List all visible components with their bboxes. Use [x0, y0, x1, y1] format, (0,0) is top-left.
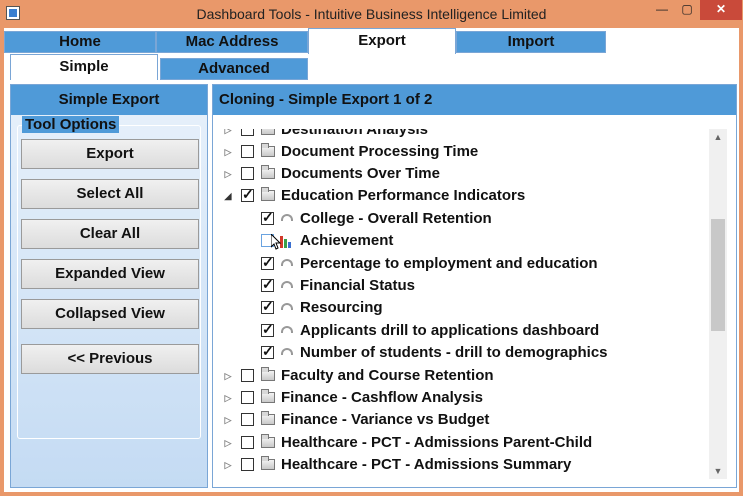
tree-checkbox[interactable] — [261, 321, 274, 338]
expand-arrow-icon[interactable]: ▷ — [223, 142, 233, 162]
tree-checkbox[interactable] — [241, 129, 254, 136]
tree-item-label: Healthcare - PCT - Admissions Summary — [281, 456, 572, 473]
folder-icon — [261, 434, 275, 448]
tree-item-label: Resourcing — [300, 299, 383, 316]
tree-item-label: Education Performance Indicators — [281, 187, 526, 204]
expand-arrow-icon[interactable]: ▷ — [223, 164, 233, 184]
expand-arrow-icon[interactable]: ▷ — [223, 455, 233, 475]
tree-item-label: College - Overall Retention — [300, 210, 492, 227]
folder-icon — [261, 411, 275, 425]
tree-item-label: Document Processing Time — [281, 143, 479, 160]
tree-checkbox[interactable] — [241, 167, 254, 180]
tree-item-label: Finance - Cashflow Analysis — [281, 389, 483, 406]
tab-mac-address[interactable]: Mac Address — [156, 31, 308, 53]
tree-item-label: Applicants drill to applications dashboa… — [300, 322, 600, 339]
right-panel: Cloning - Simple Export 1 of 2 ▷ Destina… — [212, 84, 737, 488]
maximize-button[interactable]: ▢ — [675, 0, 699, 20]
app-window: Dashboard Tools - Intuitive Business Int… — [0, 0, 743, 496]
export-tree: ▷ Destination Analysis ▷ Document Proces… — [217, 129, 709, 479]
tree-item-label: Number of students - drill to demographi… — [300, 344, 608, 361]
tree-item-label: Destination Analysis — [281, 129, 428, 138]
minimize-button[interactable]: — — [650, 0, 674, 20]
scroll-down-arrow-icon[interactable]: ▼ — [709, 463, 727, 479]
left-panel: Simple Export Tool Options Export Select… — [10, 84, 208, 488]
tree-checkbox[interactable] — [261, 276, 274, 293]
tree-checkbox[interactable] — [261, 343, 274, 360]
tree-checkbox[interactable] — [241, 369, 254, 382]
previous-button[interactable]: << Previous — [21, 344, 199, 374]
gauge-icon — [281, 281, 293, 288]
tree-checkbox[interactable] — [241, 436, 254, 449]
title-bar: Dashboard Tools - Intuitive Business Int… — [0, 0, 743, 28]
tree-checkbox[interactable] — [241, 145, 254, 158]
gauge-icon — [281, 348, 293, 355]
tree-item-label: Achievement — [300, 232, 394, 249]
folder-icon — [261, 187, 275, 201]
tree-checkbox[interactable] — [241, 391, 254, 404]
bar-chart-icon — [280, 234, 294, 248]
tree-item-label: Finance - Variance vs Budget — [281, 411, 490, 428]
expand-arrow-icon[interactable]: ▷ — [223, 388, 233, 408]
gauge-icon — [281, 303, 293, 310]
tree-checkbox[interactable] — [241, 458, 254, 471]
tree-item-label: Healthcare - PCT - Admissions Parent-Chi… — [281, 434, 593, 451]
left-panel-header: Simple Export — [11, 85, 207, 115]
window-title: Dashboard Tools - Intuitive Business Int… — [196, 6, 547, 22]
expand-arrow-icon[interactable]: ▷ — [223, 129, 233, 140]
mouse-cursor-icon — [271, 234, 281, 250]
tool-options-label: Tool Options — [22, 116, 120, 133]
folder-icon — [261, 143, 275, 157]
right-panel-header: Cloning - Simple Export 1 of 2 — [213, 85, 736, 115]
folder-icon — [261, 456, 275, 470]
scrollbar-thumb[interactable] — [711, 219, 725, 331]
tree-item-label: Financial Status — [300, 277, 416, 294]
main-tabs: Home Mac Address Export Import — [4, 28, 739, 54]
tree-checkbox[interactable] — [241, 186, 254, 203]
gauge-icon — [281, 214, 293, 221]
expand-arrow-icon[interactable]: ▷ — [223, 433, 233, 453]
tab-import[interactable]: Import — [456, 31, 606, 53]
sub-tabs: Simple Advanced — [4, 54, 739, 82]
gauge-icon — [281, 326, 293, 333]
tab-home[interactable]: Home — [4, 31, 156, 53]
expand-arrow-icon[interactable]: ▷ — [223, 366, 233, 386]
tree-item-label: Percentage to employment and education — [300, 255, 598, 272]
clear-all-button[interactable]: Clear All — [21, 219, 199, 249]
expand-arrow-icon[interactable]: ▷ — [223, 410, 233, 430]
tree-checkbox[interactable] — [261, 254, 274, 271]
expanded-view-button[interactable]: Expanded View — [21, 259, 199, 289]
folder-icon — [261, 129, 275, 135]
scroll-up-arrow-icon[interactable]: ▲ — [709, 129, 727, 145]
tab-advanced[interactable]: Advanced — [160, 58, 308, 80]
folder-icon — [261, 367, 275, 381]
collapse-arrow-icon[interactable]: ◢ — [223, 186, 233, 206]
main-content: Home Mac Address Export Import Simple Ad… — [4, 28, 739, 492]
close-button[interactable]: ✕ — [700, 0, 742, 20]
tab-export[interactable]: Export — [308, 28, 456, 54]
tree-item-label: Faculty and Course Retention — [281, 367, 494, 384]
tree-scrollbar[interactable]: ▲ ▼ — [709, 129, 727, 479]
tree-checkbox[interactable] — [261, 209, 274, 226]
tree-item-label: Documents Over Time — [281, 165, 440, 182]
select-all-button[interactable]: Select All — [21, 179, 199, 209]
export-button[interactable]: Export — [21, 139, 199, 169]
tab-simple[interactable]: Simple — [10, 54, 158, 80]
folder-icon — [261, 165, 275, 179]
folder-icon — [261, 389, 275, 403]
tree-checkbox[interactable] — [261, 298, 274, 315]
collapsed-view-button[interactable]: Collapsed View — [21, 299, 199, 329]
gauge-icon — [281, 259, 293, 266]
tree-checkbox[interactable] — [241, 413, 254, 426]
